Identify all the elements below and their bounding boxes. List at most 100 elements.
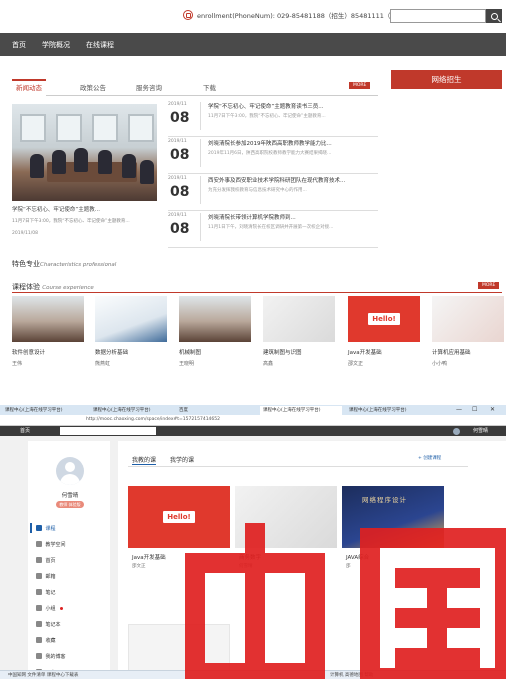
course-title[interactable]: 数据分析基础: [95, 348, 167, 356]
news-item[interactable]: 2019/11 08 刘晓清院长参加2019年陕西高职教师教学能力比... 20…: [168, 137, 378, 174]
course-card[interactable]: 数据分析基础 熊燕虹: [95, 296, 167, 367]
sidebar-item-blog[interactable]: 我的博客: [30, 651, 66, 661]
tab-service[interactable]: 服务咨询: [136, 82, 162, 92]
course-card[interactable]: Hello! Java开发基础 邵文正: [348, 296, 420, 367]
browser-tab[interactable]: 百度: [176, 406, 220, 415]
online-recruit-button[interactable]: 网络招生: [391, 70, 502, 89]
news-more-button[interactable]: MORE: [349, 82, 371, 89]
nav-online-courses[interactable]: 在线课程: [86, 40, 114, 50]
nav-home[interactable]: 首页: [12, 40, 26, 50]
course-thumbnail[interactable]: 网络程序设计: [342, 486, 444, 548]
news-desc: 为充分发挥我校教育与信息技术研究中心的作用...: [208, 188, 307, 193]
news-item[interactable]: 2019/11 08 学院“不忘初心、牢记使命”主题教育读书三员... 11月7…: [168, 100, 378, 137]
news-title[interactable]: 刘晓清院长带领计算机学院教师到...: [208, 213, 296, 221]
course-thumbnail[interactable]: Hello!: [128, 486, 230, 548]
phone-icon: [183, 10, 193, 20]
course-card[interactable]: 网络程序设计: [342, 486, 444, 548]
site-header: 首页 何雪晴: [0, 426, 506, 436]
news-item[interactable]: 2019/11 08 刘晓清院长带领计算机学院教师到... 11月1日下午，刘晓…: [168, 211, 378, 248]
course-author: 小小鸭: [432, 361, 448, 367]
course-space-screenshot: 课程中心(上海在线学习平台) 课程中心(上海在线学习平台) 百度 课程中心(上海…: [0, 405, 506, 679]
sidebar-item-notes[interactable]: 笔记: [30, 587, 56, 597]
news-item[interactable]: 2019/11 08 西安外事及西安职业技术学院科研团队在现代教育技术... 为…: [168, 174, 378, 211]
course-card[interactable]: 计算机应用基础 小小鸭: [432, 296, 504, 367]
photo-caption[interactable]: 学院“不忘初心、牢记使命”主题教...: [12, 205, 100, 213]
course-author: 熊燕虹: [95, 361, 111, 367]
course-thumbnail[interactable]: [179, 296, 251, 342]
tab-policy[interactable]: 政策公告: [80, 82, 106, 92]
news-title[interactable]: 刘晓清院长参加2019年陕西高职教师教学能力比...: [208, 139, 332, 147]
course-author: 王晓明: [179, 361, 195, 367]
sidebar-item-space[interactable]: 教学空间: [30, 539, 66, 549]
homepage-screenshot: enrollment(PhoneNum): 029-85481188（招生）85…: [0, 0, 506, 401]
tab-teaching-courses[interactable]: 我教的课: [132, 455, 157, 465]
header-user-name[interactable]: 何雪晴: [473, 427, 488, 434]
address-bar[interactable]: http://mooc.chaoxing.com/space/index#t=1…: [0, 415, 506, 426]
taskbar-left[interactable]: 中国知网 文件清单 课程中心下载表: [8, 672, 78, 678]
notification-dot: [59, 606, 63, 610]
course-card[interactable]: Hello!: [128, 486, 230, 548]
course-card[interactable]: 机械制图 王晓明: [179, 296, 251, 367]
search-button[interactable]: [486, 9, 502, 23]
photo-subcaption: 11月7日下午3:00，我院“不忘初心、牢记使命”主题教育...: [12, 219, 130, 224]
course-card[interactable]: [235, 486, 337, 548]
site-search-input[interactable]: [60, 427, 156, 435]
news-photo[interactable]: [12, 104, 157, 201]
profile-badge: 教师 体验版: [56, 501, 84, 508]
site-home-link[interactable]: 首页: [20, 427, 30, 434]
course-title[interactable]: JAVA综合: [346, 553, 369, 561]
nav-about[interactable]: 学院概况: [42, 40, 70, 50]
user-avatar-icon[interactable]: [453, 427, 460, 435]
close-icon[interactable]: ✕: [490, 406, 495, 413]
course-title[interactable]: 建筑制图与识图: [263, 348, 335, 356]
course-title[interactable]: Java开发基础: [348, 348, 420, 356]
search-input[interactable]: [390, 9, 486, 23]
sidebar-item-group[interactable]: 小组: [30, 603, 63, 613]
main-panel: 我教的课 我学的课 + 创建课程 Hello! Java开发基础 邵文正 商务数…: [118, 441, 506, 679]
tab-news[interactable]: 新闻动态: [12, 79, 46, 96]
browser-tab[interactable]: 课程中心(上海在线学习平台): [346, 406, 428, 415]
sidebar-item-notebook[interactable]: 笔记本: [30, 619, 61, 629]
sidebar-item-home[interactable]: 首页: [30, 555, 56, 565]
address-url[interactable]: http://mooc.chaoxing.com/space/index#t=1…: [86, 417, 220, 422]
course-thumbnail[interactable]: [263, 296, 335, 342]
course-title[interactable]: 商务数字: [239, 553, 261, 561]
course-thumbnail[interactable]: [12, 296, 84, 342]
tab-download[interactable]: 下载: [203, 82, 216, 92]
course-title[interactable]: Java开发基础: [132, 553, 166, 561]
course-title[interactable]: 计算机应用基础: [432, 348, 504, 356]
browser-tab[interactable]: 课程中心(上海在线学习平台): [90, 406, 172, 415]
minimize-icon[interactable]: —: [456, 406, 462, 413]
news-title[interactable]: 西安外事及西安职业技术学院科研团队在现代教育技术...: [208, 176, 345, 184]
course-card[interactable]: 软件创意设计 王伟: [12, 296, 84, 367]
course-title[interactable]: 机械制图: [179, 348, 251, 356]
maximize-icon[interactable]: ☐: [472, 406, 477, 413]
news-desc: 11月1日下午，刘晓清院长在校区调研并开展第一次校企对接...: [208, 225, 334, 230]
browser-tab[interactable]: 课程中心(上海在线学习平台): [2, 406, 86, 415]
course-thumbnail[interactable]: [235, 486, 337, 548]
news-title[interactable]: 学院“不忘初心、牢记使命”主题教育读书三员...: [208, 102, 323, 110]
course-experience-heading: 课程体验 Course experience: [12, 283, 94, 291]
group-icon: [35, 605, 42, 611]
courses-more-button[interactable]: MORE: [478, 282, 500, 289]
browser-tab-active[interactable]: 课程中心(上海在线学习平台): [260, 406, 342, 415]
avatar[interactable]: [56, 457, 84, 485]
sidebar-item-courses[interactable]: 课程: [30, 523, 56, 533]
taskbar-right[interactable]: 计算机 高德地图 帮助: [330, 672, 373, 678]
special-major-heading: 特色专业Characteristics professional: [12, 260, 117, 268]
tab-learning-courses[interactable]: 我学的课: [170, 455, 194, 464]
sidebar: 何雪晴 教师 体验版 课程 教学空间 首页 邮箱 笔记 小组 笔记本 收藏 我的…: [28, 441, 110, 679]
news-date: 2019/11: [168, 213, 187, 218]
hello-sign: Hello!: [163, 511, 195, 523]
news-date: 2019/11: [168, 139, 187, 144]
sidebar-item-mail[interactable]: 邮箱: [30, 571, 56, 581]
course-thumbnail[interactable]: [432, 296, 504, 342]
course-author: 邵文正: [348, 361, 364, 367]
sidebar-item-favorites[interactable]: 收藏: [30, 635, 56, 645]
course-thumbnail[interactable]: [95, 296, 167, 342]
course-card[interactable]: 建筑制图与识图 高鑫: [263, 296, 335, 367]
search-icon: [490, 12, 498, 20]
course-title[interactable]: 软件创意设计: [12, 348, 84, 356]
create-course-link[interactable]: + 创建课程: [418, 455, 441, 461]
course-thumbnail[interactable]: Hello!: [348, 296, 420, 342]
